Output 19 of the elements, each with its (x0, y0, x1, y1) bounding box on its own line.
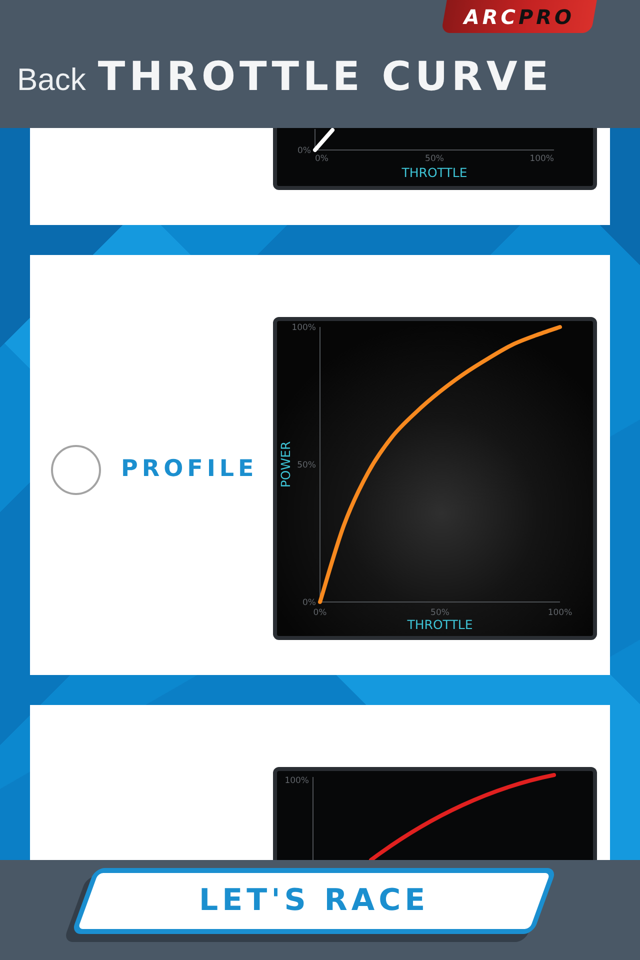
axis-tick-label: 50% (425, 154, 444, 164)
axis-tick-label: 0% (315, 154, 328, 164)
brand-logo: ARCPRO (441, 0, 597, 33)
x-axis-title: THROTTLE (407, 617, 473, 632)
axis-tick-label: 50% (297, 460, 316, 470)
screen-title: THROTTLE CURVE (98, 55, 553, 99)
x-axis-title: THROTTLE (402, 165, 468, 180)
axis-tick-label: 100% (284, 776, 309, 786)
axis-tick-label: 0% (302, 598, 316, 608)
axis-tick-label: 100% (292, 323, 316, 333)
axis-tick-label: 50% (430, 608, 450, 618)
axis-tick-label: 0% (298, 146, 311, 156)
profile-label: PROFILE (121, 457, 258, 483)
y-axis-title: POWER (278, 441, 293, 488)
axis-tick-label: 0% (313, 608, 327, 618)
axis-tick-label: 100% (548, 608, 572, 618)
axis-tick-label: 100% (530, 154, 554, 164)
radio-button[interactable] (51, 445, 101, 495)
back-button[interactable]: Back (17, 63, 86, 98)
